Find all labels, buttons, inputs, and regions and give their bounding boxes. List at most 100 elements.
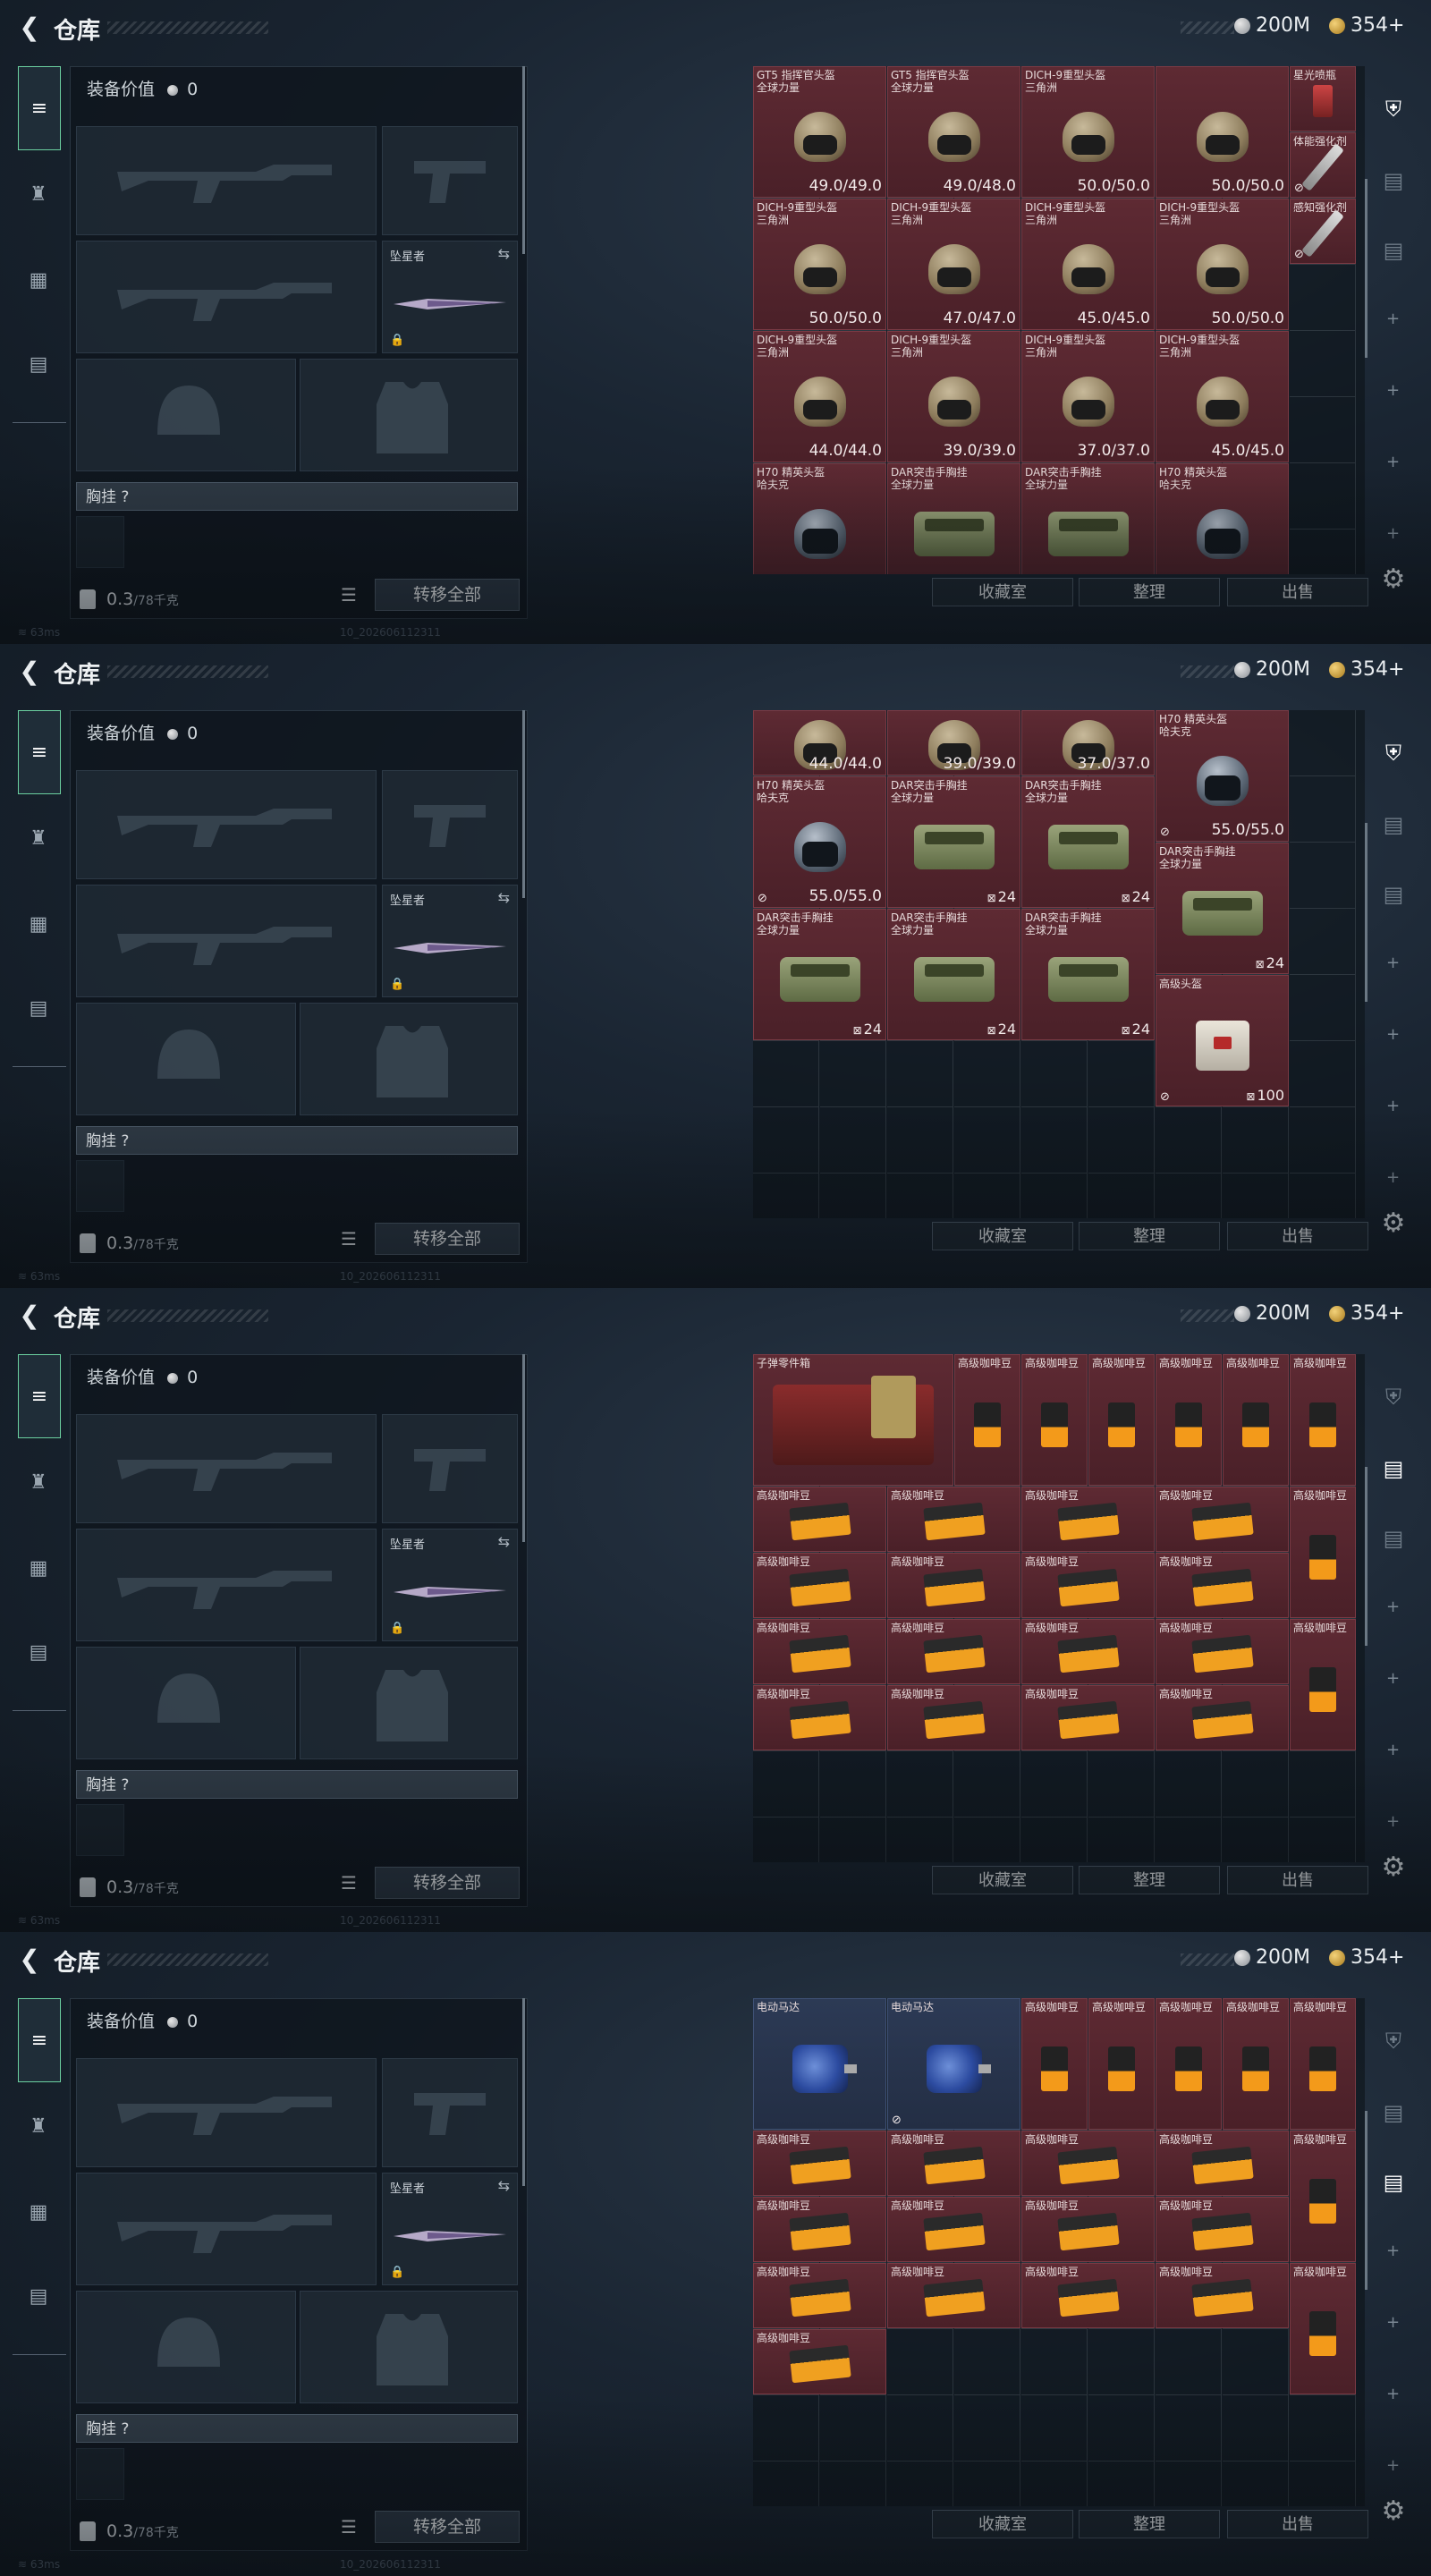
loadout-scrollbar[interactable] <box>522 66 525 254</box>
grid-cell[interactable] <box>1021 1174 1088 1218</box>
grid-cell[interactable] <box>1223 2329 1289 2395</box>
tab-backpack-icon[interactable]: ▤ <box>18 343 59 385</box>
tab-armor-icon[interactable]: ♜ <box>18 1462 59 1503</box>
stash-item[interactable]: 高级咖啡豆 <box>1290 2263 1356 2394</box>
stash-item[interactable]: 高级咖啡豆 <box>1021 2197 1155 2262</box>
settings-gear-icon[interactable]: ⚙ <box>1377 2496 1410 2528</box>
list-icon[interactable]: ☰ <box>341 1872 357 1894</box>
secondary-weapon-slot[interactable] <box>76 1529 377 1641</box>
gold-currency[interactable]: 354+ <box>1329 658 1404 681</box>
stash-tab-4-icon[interactable]: ▤ <box>1374 1451 1413 1487</box>
stash-item[interactable]: 高级咖啡豆 <box>1021 1998 1088 2130</box>
pistol-slot[interactable] <box>382 1414 518 1523</box>
add-tab-plus-icon[interactable]: + <box>1386 2241 1400 2260</box>
stash-item[interactable]: DICH-9重型头盔 三角洲 44.0/44.0 <box>753 331 886 462</box>
stash-scrollbar[interactable] <box>1365 2111 1367 2290</box>
sort-button[interactable]: 整理 <box>1079 1866 1220 1894</box>
stash-item[interactable]: 高级咖啡豆 <box>1088 1354 1155 1486</box>
settings-gear-icon[interactable]: ⚙ <box>1377 564 1410 596</box>
primary-weapon-slot[interactable] <box>76 126 377 235</box>
grid-cell[interactable] <box>1290 530 1356 574</box>
transfer-all-button[interactable]: 转移全部 <box>375 579 520 611</box>
stash-item[interactable]: DAR突击手胸挂 全球力量 24 <box>753 909 886 1040</box>
add-tab-plus-icon[interactable]: + <box>1386 2385 1400 2403</box>
stash-item[interactable]: H70 精英头盔 哈夫克 <box>753 463 886 574</box>
grid-cell[interactable] <box>1021 2329 1088 2395</box>
back-arrow-icon[interactable]: ❮ <box>14 1301 45 1331</box>
tab-vest-icon[interactable]: ▦ <box>18 259 59 301</box>
settings-gear-icon[interactable]: ⚙ <box>1377 1852 1410 1884</box>
stash-item[interactable]: 高级咖啡豆 <box>887 1685 1020 1750</box>
sell-button[interactable]: 出售 <box>1227 1866 1368 1894</box>
collection-button[interactable]: 收藏室 <box>932 578 1073 606</box>
grid-cell[interactable] <box>1088 1107 1155 1174</box>
stash-item[interactable]: 高级咖啡豆 <box>1088 1998 1155 2130</box>
tab-vest-icon[interactable]: ▦ <box>18 903 59 945</box>
grid-cell[interactable] <box>1156 1818 1222 1862</box>
transfer-all-button[interactable]: 转移全部 <box>375 1223 520 1255</box>
grid-cell[interactable] <box>1290 2395 1356 2462</box>
grid-cell[interactable] <box>1223 2462 1289 2506</box>
add-tab-plus-icon[interactable]: + <box>1386 309 1400 328</box>
stash-item[interactable]: 高级咖啡豆 <box>1021 1685 1155 1750</box>
grid-cell[interactable] <box>753 1107 819 1174</box>
sort-button[interactable]: 整理 <box>1079 2510 1220 2538</box>
grid-cell[interactable] <box>887 2395 953 2462</box>
stash-item[interactable]: 高级头盔 100 ⊘ <box>1156 975 1289 1106</box>
grid-cell[interactable] <box>753 1041 819 1107</box>
pistol-slot[interactable] <box>382 126 518 235</box>
silver-currency[interactable]: 200M <box>1234 14 1310 37</box>
tab-weapons-icon[interactable]: ≡ <box>18 710 61 794</box>
stash-item[interactable]: DICH-9重型头盔 三角洲 50.0/50.0 <box>1021 66 1155 198</box>
melee-slot[interactable]: 坠星者 ⇆ 🔒 <box>382 241 518 353</box>
tab-weapons-icon[interactable]: ≡ <box>18 1998 61 2082</box>
grid-cell[interactable] <box>887 1107 953 1174</box>
tab-backpack-icon[interactable]: ▤ <box>18 987 59 1029</box>
stash-item[interactable]: 39.0/39.0 <box>887 710 1020 775</box>
chest-rig-bar[interactable]: 胸挂 ? <box>76 1126 518 1155</box>
pistol-slot[interactable] <box>382 770 518 879</box>
stash-item[interactable]: H70 精英头盔 哈夫克55.0/55.0⊘ <box>1156 463 1289 574</box>
chest-rig-bar[interactable]: 胸挂 ? <box>76 482 518 511</box>
grid-cell[interactable] <box>1156 1751 1222 1818</box>
secondary-weapon-slot[interactable] <box>76 2173 377 2285</box>
stash-item[interactable]: 高级咖啡豆 <box>753 1553 886 1618</box>
grid-cell[interactable] <box>1223 1174 1289 1218</box>
grid-cell[interactable] <box>1223 1751 1289 1818</box>
transfer-all-button[interactable]: 转移全部 <box>375 1867 520 1899</box>
stash-item[interactable]: 高级咖啡豆 <box>887 2263 1020 2328</box>
grid-cell[interactable] <box>1290 776 1356 843</box>
helmet-slot[interactable] <box>76 359 296 471</box>
stash-item[interactable]: DAR突击手胸挂 全球力量 24 <box>1021 909 1155 1040</box>
grid-cell[interactable] <box>753 1751 819 1818</box>
chest-rig-bar[interactable]: 胸挂 ? <box>76 1770 518 1799</box>
stash-item[interactable]: 高级咖啡豆 <box>954 1354 1020 1486</box>
grid-cell[interactable] <box>1223 1107 1289 1174</box>
grid-cell[interactable] <box>1290 1751 1356 1818</box>
stash-item[interactable]: 高级咖啡豆 <box>1156 2263 1289 2328</box>
gold-currency[interactable]: 354+ <box>1329 1302 1404 1325</box>
helmet-slot[interactable] <box>76 2291 296 2403</box>
gold-currency[interactable]: 354+ <box>1329 14 1404 37</box>
stash-item[interactable]: 高级咖啡豆 <box>753 2131 886 2196</box>
armor-slot[interactable] <box>300 2291 518 2403</box>
stash-item[interactable]: 高级咖啡豆 <box>1021 1354 1088 1486</box>
grid-cell[interactable] <box>954 1107 1020 1174</box>
grid-cell[interactable] <box>753 2395 819 2462</box>
add-tab-plus-icon[interactable]: + <box>1386 453 1400 471</box>
grid-cell[interactable] <box>1223 2395 1289 2462</box>
tab-backpack-icon[interactable]: ▤ <box>18 1631 59 1673</box>
primary-weapon-slot[interactable] <box>76 1414 377 1523</box>
grid-cell[interactable] <box>820 1818 886 1862</box>
stash-item[interactable]: DAR突击手胸挂 全球力量 24 <box>1021 776 1155 908</box>
stash-item[interactable]: DAR突击手胸挂 全球力量 24 <box>887 909 1020 1040</box>
stash-item[interactable]: 高级咖啡豆 <box>887 2197 1020 2262</box>
swap-icon[interactable]: ⇆ <box>498 889 510 906</box>
stash-item[interactable]: 50.0/50.0 <box>1156 66 1289 198</box>
grid-cell[interactable] <box>1156 2329 1222 2395</box>
armor-slot[interactable] <box>300 1647 518 1759</box>
stash-tab-home-icon[interactable]: ⛨ <box>1374 91 1413 127</box>
sell-button[interactable]: 出售 <box>1227 2510 1368 2538</box>
stash-item[interactable]: DICH-9重型头盔 三角洲 39.0/39.0 <box>887 331 1020 462</box>
stash-item[interactable]: DAR突击手胸挂 全球力量 <box>1021 463 1155 574</box>
